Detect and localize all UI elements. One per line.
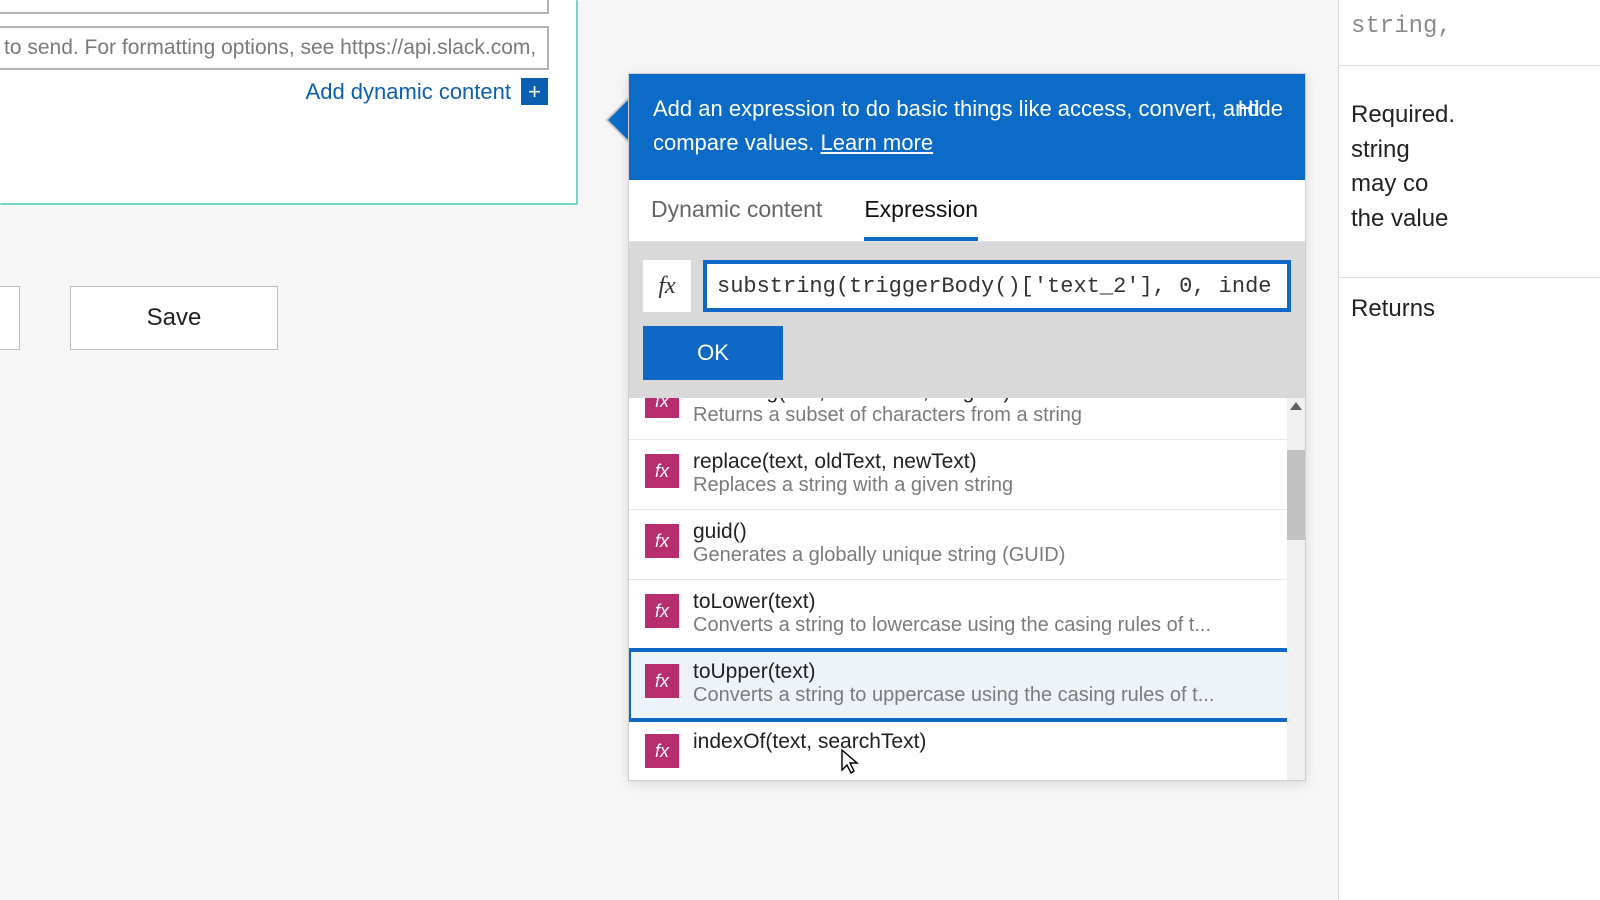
fx-badge-icon: fx xyxy=(645,524,679,558)
learn-more-link[interactable]: Learn more xyxy=(821,130,934,155)
function-item-guid[interactable]: fx guid() Generates a globally unique st… xyxy=(629,510,1305,580)
function-item-indexof[interactable]: fx indexOf(text, searchText) xyxy=(629,720,1305,780)
expression-flyout: Add an expression to do basic things lik… xyxy=(628,73,1306,781)
doc-top-fragment: string, xyxy=(1351,10,1600,45)
doc-returns-fragment: Returns xyxy=(1351,295,1435,322)
message-text-input[interactable]: to send. For formatting options, see htt… xyxy=(0,26,549,70)
function-name: replace(text, oldText, newText) xyxy=(693,450,1013,474)
function-list[interactable]: fx substring(text, startIndex, length?) … xyxy=(629,398,1305,780)
function-item-toupper[interactable]: fx toUpper(text) Converts a string to up… xyxy=(629,650,1305,720)
flyout-tabs: Dynamic content Expression xyxy=(629,180,1305,242)
fx-badge-icon: fx xyxy=(645,594,679,628)
fx-badge-icon: fx xyxy=(645,734,679,768)
tab-expression[interactable]: Expression xyxy=(864,196,978,241)
function-item-substring[interactable]: fx substring(text, startIndex, length?) … xyxy=(629,398,1305,440)
scroll-up-icon[interactable] xyxy=(1290,402,1302,410)
function-desc: Returns a subset of characters from a st… xyxy=(693,404,1082,427)
add-dynamic-content-row: Add dynamic content + xyxy=(306,78,548,105)
fx-badge-icon: fx xyxy=(645,454,679,488)
add-dynamic-content-link[interactable]: Add dynamic content xyxy=(306,79,511,105)
function-item-tolower[interactable]: fx toLower(text) Converts a string to lo… xyxy=(629,580,1305,650)
function-name: toUpper(text) xyxy=(693,660,1214,684)
flyout-header: Add an expression to do basic things lik… xyxy=(629,74,1305,180)
input-field-1[interactable] xyxy=(0,0,549,14)
action-card: to send. For formatting options, see htt… xyxy=(0,0,578,205)
fx-icon: fx xyxy=(643,260,691,312)
scrollbar-thumb[interactable] xyxy=(1287,450,1305,540)
button-fragment xyxy=(0,286,20,350)
function-desc: Replaces a string with a given string xyxy=(693,474,1013,497)
callout-pointer xyxy=(608,100,628,140)
function-desc: Converts a string to uppercase using the… xyxy=(693,684,1214,707)
function-name: indexOf(text, searchText) xyxy=(693,730,926,754)
fx-badge-icon: fx xyxy=(645,664,679,698)
function-desc: Converts a string to lowercase using the… xyxy=(693,614,1211,637)
tab-dynamic-content[interactable]: Dynamic content xyxy=(651,196,822,241)
function-item-replace[interactable]: fx replace(text, oldText, newText) Repla… xyxy=(629,440,1305,510)
save-button[interactable]: Save xyxy=(70,286,278,350)
expression-bar: fx OK xyxy=(629,242,1305,398)
add-dynamic-content-plus-button[interactable]: + xyxy=(521,78,548,105)
doc-body: Required. string may co the value xyxy=(1351,98,1600,237)
documentation-panel: string, Required. string may co the valu… xyxy=(1338,0,1600,900)
function-desc: Generates a globally unique string (GUID… xyxy=(693,544,1065,567)
function-name: guid() xyxy=(693,520,1065,544)
flyout-header-text: Add an expression to do basic things lik… xyxy=(653,96,1260,155)
hide-button[interactable]: Hide xyxy=(1238,92,1283,126)
ok-button[interactable]: OK xyxy=(643,326,783,380)
fx-badge-icon: fx xyxy=(645,398,679,418)
function-name: toLower(text) xyxy=(693,590,1211,614)
expression-input[interactable] xyxy=(703,260,1291,312)
